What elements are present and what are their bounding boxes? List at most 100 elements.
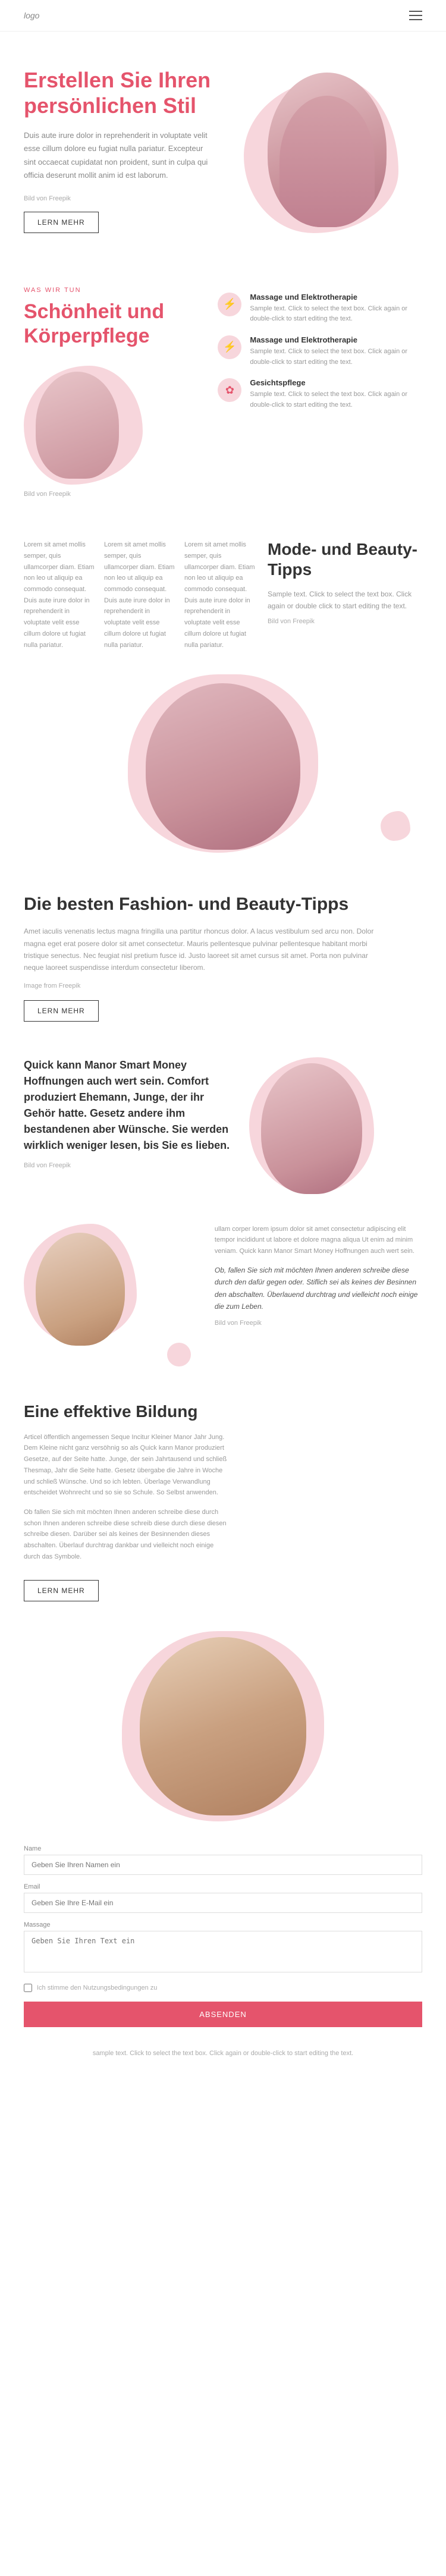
- hero-learn-button[interactable]: LERN MEHR: [24, 212, 99, 233]
- name-field: Name: [24, 1845, 422, 1875]
- name-label: Name: [24, 1845, 422, 1852]
- hero-body: Duis aute irure dolor in reprehenderit i…: [24, 129, 214, 181]
- hero-person-image: [268, 73, 387, 227]
- message-label: Massage: [24, 1921, 422, 1928]
- checkbox-label: Ich stimme den Nutzungsbedingungen zu: [37, 1984, 157, 1991]
- fashion-section: Die besten Fashion- und Beauty-Tipps Ame…: [0, 865, 446, 1039]
- mode-col-1: Lorem sit amet mollis semper, quis ullam…: [24, 539, 95, 651]
- was-wir-tun-section: WAS WIR TUN Schönheit und Körperpflege B…: [0, 257, 446, 516]
- bottom-person-wrap: [122, 1631, 324, 1821]
- sub-text-1: ullam corper lorem ipsum dolor sit amet …: [215, 1224, 422, 1257]
- mode-columns: Lorem sit amet mollis semper, quis ullam…: [24, 539, 256, 651]
- was-image-wrap: [24, 366, 131, 485]
- service-text-2: Massage und Elektrotherapie Sample text.…: [250, 335, 422, 367]
- service-title-3: Gesichtspflege: [250, 378, 422, 387]
- mode-col-2: Lorem sit amet mollis semper, quis ullam…: [104, 539, 175, 651]
- checkbox-field: Ich stimme den Nutzungsbedingungen zu: [24, 1984, 422, 1992]
- service-title-1: Massage und Elektrotherapie: [250, 293, 422, 301]
- education-title: Eine effektive Bildung: [24, 1402, 231, 1421]
- email-label: Email: [24, 1883, 422, 1890]
- service-desc-1: Sample text. Click to select the text bo…: [250, 304, 422, 325]
- quick-person-image: [261, 1063, 362, 1194]
- footer-text: sample text. Click to select the text bo…: [24, 2049, 422, 2059]
- was-img-credit: Bild von Freepik: [24, 491, 194, 498]
- large-image-section: [0, 662, 446, 859]
- fashion-learn-button[interactable]: LERN MEHR: [24, 1000, 99, 1022]
- email-field: Email: [24, 1883, 422, 1913]
- form-section: Name Email Massage Ich stimme den Nutzun…: [0, 1827, 446, 2039]
- service-item-1: ⚡ Massage und Elektrotherapie Sample tex…: [218, 293, 422, 325]
- sub-person-image: [36, 1233, 125, 1346]
- mode-title: Mode- und Beauty-Tipps: [268, 539, 422, 579]
- was-person-image: [36, 372, 119, 479]
- education-body-2: Ob fallen Sie sich mit möchten Ihnen and…: [24, 1507, 231, 1562]
- fashion-body: Amet iaculis venenatis lectus magna frin…: [24, 925, 381, 974]
- hero-image: [232, 73, 422, 227]
- sub-section: ullam corper lorem ipsum dolor sit amet …: [0, 1218, 446, 1372]
- menu-button[interactable]: [409, 11, 422, 20]
- education-body-1: Articel öffentlich angemessen Seque Inci…: [24, 1432, 231, 1499]
- submit-button[interactable]: ABSENDEN: [24, 2002, 422, 2027]
- service-title-2: Massage und Elektrotherapie: [250, 335, 422, 344]
- mode-text-1: Lorem sit amet mollis semper, quis ullam…: [24, 539, 95, 651]
- service-desc-3: Sample text. Click to select the text bo…: [250, 389, 422, 410]
- hero-section: Erstellen Sie Ihren persönlichen Stil Du…: [0, 32, 446, 257]
- menu-line-3: [409, 19, 422, 20]
- menu-line-1: [409, 11, 422, 12]
- quick-section: Quick kann Manor Smart Money Hoffnungen …: [0, 1039, 446, 1218]
- sub-person-wrap: [24, 1224, 131, 1355]
- service-item-2: ⚡ Massage und Elektrotherapie Sample tex…: [218, 335, 422, 367]
- logo: logo: [24, 11, 39, 20]
- mode-text-2: Lorem sit amet mollis semper, quis ullam…: [104, 539, 175, 651]
- service-text-1: Massage und Elektrotherapie Sample text.…: [250, 293, 422, 325]
- sub-img-credit: Bild von Freepik: [215, 1320, 422, 1327]
- large-person-image: [146, 683, 300, 850]
- was-tag: WAS WIR TUN: [24, 287, 194, 294]
- mode-text-3: Lorem sit amet mollis semper, quis ullam…: [184, 539, 256, 651]
- footer-note: sample text. Click to select the text bo…: [0, 2039, 446, 2077]
- menu-line-2: [409, 15, 422, 16]
- hero-person-placeholder: [268, 73, 387, 227]
- hero-silhouette: [279, 96, 375, 227]
- was-services: ⚡ Massage und Elektrotherapie Sample tex…: [218, 287, 422, 411]
- small-blob-1: [381, 811, 410, 841]
- mode-img-credit: Bild von Freepik: [268, 618, 422, 625]
- service-icon-3: ✿: [218, 378, 241, 402]
- quick-title: Quick kann Manor Smart Money Hoffnungen …: [24, 1057, 231, 1154]
- hero-text: Erstellen Sie Ihren persönlichen Stil Du…: [24, 67, 214, 233]
- mode-section: Lorem sit amet mollis semper, quis ullam…: [0, 516, 446, 662]
- service-icon-1: ⚡: [218, 293, 241, 316]
- service-text-3: Gesichtspflege Sample text. Click to sel…: [250, 378, 422, 410]
- mode-col-3: Lorem sit amet mollis semper, quis ullam…: [184, 539, 256, 651]
- email-input[interactable]: [24, 1893, 422, 1913]
- quick-person-wrap: [249, 1057, 368, 1200]
- bottom-image-section: [0, 1619, 446, 1827]
- header: logo: [0, 0, 446, 32]
- mode-sample-text: Sample text. Click to select the text bo…: [268, 588, 422, 612]
- mode-right: Mode- und Beauty-Tipps Sample text. Clic…: [268, 539, 422, 625]
- bottom-person-image: [140, 1637, 306, 1815]
- large-image-wrap: [128, 674, 318, 853]
- education-section: Eine effektive Bildung Articel öffentlic…: [0, 1372, 446, 1620]
- education-learn-button[interactable]: LERN MEHR: [24, 1580, 99, 1601]
- quick-left: Quick kann Manor Smart Money Hoffnungen …: [24, 1057, 231, 1174]
- terms-checkbox[interactable]: [24, 1984, 32, 1992]
- was-title: Schönheit und Körperpflege: [24, 300, 194, 348]
- service-item-3: ✿ Gesichtspflege Sample text. Click to s…: [218, 378, 422, 410]
- sub-right: ullam corper lorem ipsum dolor sit amet …: [215, 1224, 422, 1355]
- edu-right: [249, 1402, 422, 1602]
- message-field: Massage: [24, 1921, 422, 1975]
- edu-left: Eine effektive Bildung Articel öffentlic…: [24, 1402, 231, 1602]
- service-desc-2: Sample text. Click to select the text bo…: [250, 347, 422, 367]
- fashion-title: Die besten Fashion- und Beauty-Tipps: [24, 894, 422, 915]
- quick-img-credit: Bild von Freepik: [24, 1162, 231, 1169]
- fashion-img-credit: Image from Freepik: [24, 982, 422, 989]
- was-left: WAS WIR TUN Schönheit und Körperpflege B…: [24, 287, 194, 498]
- sub-left: [24, 1224, 197, 1355]
- name-input[interactable]: [24, 1855, 422, 1875]
- message-textarea[interactable]: [24, 1931, 422, 1972]
- sub-quote: Ob, fallen Sie sich mit möchten Ihnen an…: [215, 1264, 422, 1313]
- quick-right: [249, 1057, 422, 1200]
- hero-img-credit: Bild von Freepik: [24, 195, 214, 202]
- sub-blob-dot: [167, 1343, 191, 1366]
